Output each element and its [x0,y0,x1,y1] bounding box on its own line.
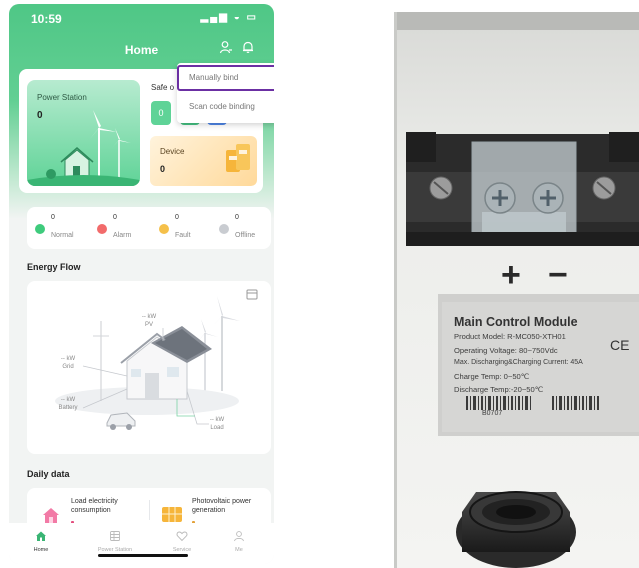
daily-data-title: Daily data [27,469,70,479]
battery-label: Battery [58,405,78,411]
pv-generation-label: Photovoltaic power generation [192,498,252,514]
module-title: Main Control Module [454,315,578,329]
expand-icon [246,289,258,300]
divider [149,500,150,520]
load-consumption-label: Load electricity consumption [71,498,118,514]
status-count: 0 [51,214,55,221]
grid-label: Grid [62,364,74,370]
energy-flow-title: Energy Flow [27,262,81,272]
heart-icon [176,531,188,542]
device-photo: + − Main Control Module Product Model: R… [394,12,639,568]
plus-terminal-mark: + [501,256,521,294]
battery-value: -- kW [60,397,76,403]
power-station-card[interactable]: Power Station 0 [27,80,140,186]
solar-panel-icon [162,507,182,522]
normal-icon [35,224,45,234]
fault-icon [159,224,169,234]
minus-terminal-mark: − [548,256,568,294]
screenshot: 10:59 ▂▄▆ ◒ ▭ Home Power Station 0 Safe … [0,0,639,568]
tab-label: Home [33,547,49,553]
serial-number: B0707 [482,410,503,417]
page-title: Home [124,43,159,57]
scan-code-binding-option[interactable]: Scan code binding [177,94,274,120]
safe-label: Safe o [151,83,175,92]
status-label: Normal [51,232,74,239]
daily-data-card: Load electricity consumption Photovoltai… [27,488,271,528]
manually-bind-option[interactable]: Manually bind [177,65,274,91]
load-label: Load [210,425,224,431]
label-line: Discharge Temp:-20~50℃ [454,385,544,394]
load-readout: -- kW Load [202,416,232,432]
status-count: 0 [175,214,179,221]
label-line: Operating Voltage: 80~750Vdc [454,346,558,355]
ce-mark: CE [610,337,630,353]
grid-icon [110,531,120,541]
status-label: Fault [175,232,191,239]
phone-screen: 10:59 ▂▄▆ ◒ ▭ Home Power Station 0 Safe … [9,4,274,564]
status-alarm[interactable]: 0 Alarm [89,207,149,249]
status-count: 0 [113,214,117,221]
alarm-icon [97,224,107,234]
safe-count-tile[interactable]: 0 [151,101,171,125]
status-fault[interactable]: 0 Fault [151,207,211,249]
status-offline[interactable]: 0 Offline [211,207,271,249]
tab-me[interactable]: Me [209,523,269,564]
pv-value: -- kW [141,314,157,320]
tab-home[interactable]: Home [11,523,71,564]
load-value: -- kW [209,417,225,423]
status-bar: 10:59 ▂▄▆ ◒ ▭ [9,4,274,30]
grid-readout: -- kW Grid [53,355,83,371]
tab-power-station[interactable]: Power Station [85,523,145,564]
status-normal[interactable]: 0 Normal [27,207,87,249]
tab-label: Me [235,547,243,553]
device-battery-illustration [226,144,250,172]
status-label: Alarm [113,232,132,239]
status-count: 0 [235,214,239,221]
pv-readout: -- kW PV [134,313,164,329]
user-bind-icon[interactable] [219,40,233,54]
label-line: Charge Temp: 0~50℃ [454,372,530,381]
bottom-tab-bar: Home Power Station Service Me [9,523,274,564]
battery-readout: -- kW Battery [53,396,83,412]
home-consumption-icon [43,508,59,523]
grid-value: -- kW [60,356,76,362]
device-card[interactable]: Device 0 [150,136,257,186]
house-wind-turbine-illustration [27,110,140,186]
label-line: Max. Discharging&Charging Current: 45A [454,359,583,366]
tab-label: Service [172,547,192,553]
bell-icon[interactable] [241,40,255,54]
signal-wifi-battery-icon: ▂▄▆ ◒ ▭ [200,12,258,23]
device-status-card: 0 Normal 0 Alarm 0 Fault 0 Offline [27,207,271,249]
safe-count: 0 [158,108,164,118]
tab-service[interactable]: Service [152,523,212,564]
home-indicator[interactable] [98,554,188,557]
label-line: Product Model: R-MC050-XTH01 [454,332,566,341]
pv-label: PV [144,322,153,328]
offline-icon [219,224,229,234]
home-icon [36,531,46,541]
status-time: 10:59 [31,12,62,26]
status-label: Offline [235,232,256,239]
user-icon [234,531,244,542]
tab-label: Power Station [97,547,133,553]
bind-dropdown-menu: Manually bind Scan code binding [177,63,274,123]
